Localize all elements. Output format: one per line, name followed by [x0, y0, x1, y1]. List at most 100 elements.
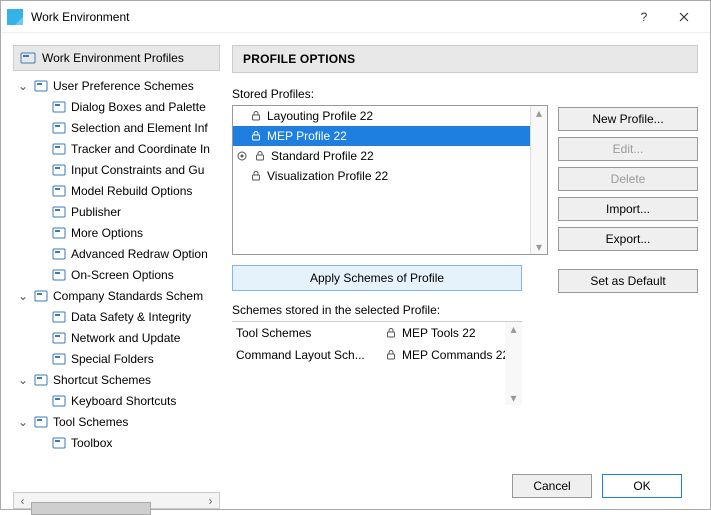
import-profile-button[interactable]: Import... [558, 197, 698, 221]
tree-item[interactable]: Data Safety & Integrity [13, 306, 220, 327]
tree-item-label: On-Screen Options [71, 268, 174, 282]
tree-group[interactable]: ⌄ Company Standards Schem [13, 285, 220, 306]
tree-item-label: Tracker and Coordinate In [71, 142, 210, 156]
folder-icon [33, 288, 49, 304]
left-panel: Work Environment Profiles ⌄User Preferen… [13, 45, 220, 509]
item-icon [51, 204, 67, 220]
default-marker-icon [237, 151, 247, 161]
scheme-row[interactable]: Command Layout Sch...MEP Commands 22 [232, 344, 522, 366]
app-icon [7, 9, 23, 25]
tree-group-label: Company Standards Schem [53, 289, 203, 303]
tree-group[interactable]: ⌄ Shortcut Schemes [13, 369, 220, 390]
chevron-down-icon: ⌄ [17, 79, 29, 93]
item-icon [51, 183, 67, 199]
tree-item[interactable]: Special Folders [13, 348, 220, 369]
list-scrollbar[interactable]: ▴▾ [530, 106, 547, 254]
folder-icon [33, 78, 49, 94]
chevron-down-icon: ⌄ [17, 289, 29, 303]
tree-item[interactable]: On-Screen Options [13, 264, 220, 285]
tree-item-label: Publisher [71, 205, 121, 219]
schemes-scrollbar[interactable]: ▴▾ [505, 322, 522, 405]
tree-item-label: Advanced Redraw Option [71, 247, 208, 261]
lock-icon [386, 328, 396, 338]
tree-group[interactable]: ⌄Tool Schemes [13, 411, 220, 432]
scroll-down-icon[interactable]: ▾ [510, 391, 516, 405]
item-icon [51, 330, 67, 346]
scroll-thumb[interactable] [31, 502, 151, 515]
tree-item-label: Data Safety & Integrity [71, 310, 191, 324]
tree-item[interactable]: Dialog Boxes and Palette [13, 96, 220, 117]
horizontal-scrollbar[interactable]: ‹ › [13, 492, 220, 509]
scheme-row[interactable]: Tool Schemes MEP Tools 22 [232, 322, 522, 344]
scroll-down-icon[interactable]: ▾ [536, 240, 542, 254]
tree-group[interactable]: ⌄User Preference Schemes [13, 75, 220, 96]
scroll-up-icon[interactable]: ▴ [510, 322, 516, 336]
tree-item[interactable]: Advanced Redraw Option [13, 243, 220, 264]
item-icon [51, 141, 67, 157]
lock-icon [251, 111, 261, 121]
tree-item[interactable]: Input Constraints and Gu [13, 159, 220, 180]
dialog-window: Work Environment ? Work Environment Prof… [0, 0, 711, 510]
tree-item-label: Network and Update [71, 331, 180, 345]
tree-item[interactable]: Model Rebuild Options [13, 180, 220, 201]
profile-item[interactable]: Layouting Profile 22 [233, 106, 547, 126]
set-default-button[interactable]: Set as Default [558, 269, 698, 293]
delete-profile-button: Delete [558, 167, 698, 191]
tree-item[interactable]: Tracker and Coordinate In [13, 138, 220, 159]
scroll-up-icon[interactable]: ▴ [536, 106, 542, 120]
item-icon [51, 351, 67, 367]
tree-item[interactable]: Network and Update [13, 327, 220, 348]
new-profile-button[interactable]: New Profile... [558, 107, 698, 131]
scheme-value: MEP Tools 22 [402, 326, 476, 340]
item-icon [51, 435, 67, 451]
schemes-table[interactable]: Tool Schemes MEP Tools 22 Command Layout S… [232, 321, 522, 405]
stored-profiles-label: Stored Profiles: [232, 87, 548, 101]
dialog-footer: Cancel OK [232, 463, 698, 509]
chevron-down-icon: ⌄ [17, 415, 29, 429]
schemes-stored-label: Schemes stored in the selected Profile: [232, 303, 548, 317]
tree-item-label: Dialog Boxes and Palette [71, 100, 206, 114]
stored-profiles-list[interactable]: Layouting Profile 22 MEP Profile 22 Standa… [232, 105, 548, 255]
profile-name: MEP Profile 22 [267, 129, 347, 143]
close-button[interactable] [664, 2, 704, 32]
stored-profiles-column: Stored Profiles: Layouting Profile 22 MEP… [232, 83, 548, 405]
item-icon [51, 246, 67, 262]
ok-button[interactable]: OK [602, 474, 682, 498]
tree-item[interactable]: Selection and Element Inf [13, 117, 220, 138]
scheme-kind: Tool Schemes [232, 326, 382, 340]
folder-icon [33, 414, 49, 430]
stored-profiles-row: Stored Profiles: Layouting Profile 22 MEP… [232, 83, 698, 405]
item-icon [51, 309, 67, 325]
item-icon [51, 393, 67, 409]
profile-item[interactable]: Visualization Profile 22 [233, 166, 547, 186]
tree-item[interactable]: Toolbox [13, 432, 220, 453]
edit-profile-button: Edit... [558, 137, 698, 161]
profile-name: Standard Profile 22 [271, 149, 374, 163]
apply-schemes-button[interactable]: Apply Schemes of Profile [232, 265, 522, 291]
scheme-value: MEP Commands 22 [402, 348, 509, 362]
scroll-left-icon[interactable]: ‹ [14, 494, 31, 508]
tree-item[interactable]: Publisher [13, 201, 220, 222]
tree-header[interactable]: Work Environment Profiles [13, 45, 220, 71]
folder-icon [33, 372, 49, 388]
scheme-value-cell: MEP Tools 22 [382, 326, 522, 340]
tree-item-label: More Options [71, 226, 143, 240]
tree-item-label: Model Rebuild Options [71, 184, 192, 198]
profile-item[interactable]: MEP Profile 22 [233, 126, 547, 146]
profile-item[interactable]: Standard Profile 22 [233, 146, 547, 166]
nav-tree[interactable]: ⌄User Preference Schemes Dialog Boxes and… [13, 71, 220, 492]
profile-name: Visualization Profile 22 [267, 169, 388, 183]
tree-header-label: Work Environment Profiles [42, 51, 184, 65]
profile-button-column: New Profile... Edit... Delete Import... … [558, 83, 698, 405]
scroll-right-icon[interactable]: › [202, 494, 219, 508]
cancel-button[interactable]: Cancel [512, 474, 592, 498]
options-header: PROFILE OPTIONS [232, 45, 698, 73]
help-button[interactable]: ? [624, 2, 664, 32]
tree-group-label: Shortcut Schemes [53, 373, 151, 387]
export-profile-button[interactable]: Export... [558, 227, 698, 251]
title-bar: Work Environment ? [1, 1, 710, 33]
lock-icon [255, 151, 265, 161]
tree-item[interactable]: More Options [13, 222, 220, 243]
chevron-down-icon: ⌄ [17, 373, 29, 387]
tree-item[interactable]: Keyboard Shortcuts [13, 390, 220, 411]
